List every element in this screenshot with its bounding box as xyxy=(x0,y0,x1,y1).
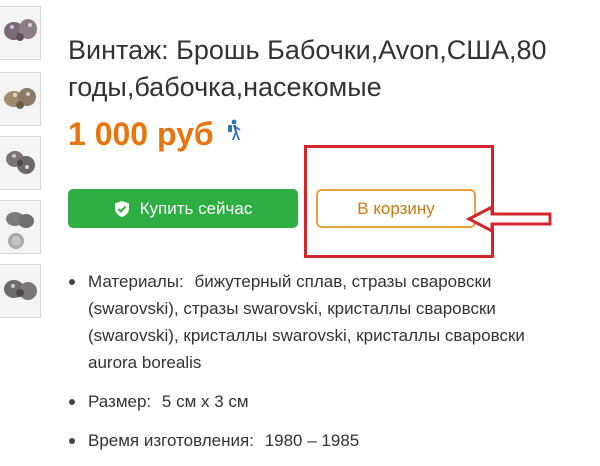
made-value: 1980 – 1985 xyxy=(264,431,360,450)
materials-value-1: бижутерный сплав, стразы сваровски xyxy=(194,272,492,291)
arrow-left-icon xyxy=(466,204,552,234)
materials-line-1: Материалы: бижутерный сплав, стразы свар… xyxy=(88,268,600,295)
thumbnail-strip xyxy=(0,0,44,450)
materials-value-2: (swarovski), стразы swarovski, кристаллы… xyxy=(88,299,496,318)
detail-materials: Материалы: бижутерный сплав, стразы свар… xyxy=(66,268,600,376)
product-title: Винтаж: Брошь Бабочки,Avon,США,80 годы,б… xyxy=(68,32,600,106)
materials-value-4: aurora borealis xyxy=(88,353,202,372)
thumbnail-2[interactable] xyxy=(0,72,41,126)
annotation-highlight-box xyxy=(304,145,494,258)
product-price: 1 000 руб xyxy=(68,116,214,152)
thumbnail-3[interactable] xyxy=(0,136,41,190)
materials-label: Материалы: xyxy=(88,272,184,291)
size-value: 5 см x 3 см xyxy=(161,392,249,411)
buy-now-label: Купить сейчас xyxy=(139,198,253,218)
product-title-line-1: Винтаж: Брошь Бабочки,Avon,США,80 xyxy=(68,35,547,65)
made-label: Время изготовления: xyxy=(88,431,254,450)
size-label: Размер: xyxy=(88,392,152,411)
buy-now-button[interactable]: Купить сейчас xyxy=(68,189,298,228)
thumbnail-1[interactable] xyxy=(0,6,41,60)
thumbnail-4[interactable] xyxy=(0,200,41,254)
product-details-list: Материалы: бижутерный сплав, стразы свар… xyxy=(66,268,600,466)
product-title-line-2: годы,бабочка,насекомые xyxy=(68,72,382,102)
hiker-icon xyxy=(226,119,242,146)
materials-value-3: (swarovski), кристаллы swarovski, криста… xyxy=(88,326,525,345)
price-row: 1 000 руб xyxy=(68,113,242,155)
shield-check-icon xyxy=(114,200,130,218)
thumbnail-5[interactable] xyxy=(0,264,41,318)
detail-size: Размер: 5 см x 3 см xyxy=(66,388,600,415)
